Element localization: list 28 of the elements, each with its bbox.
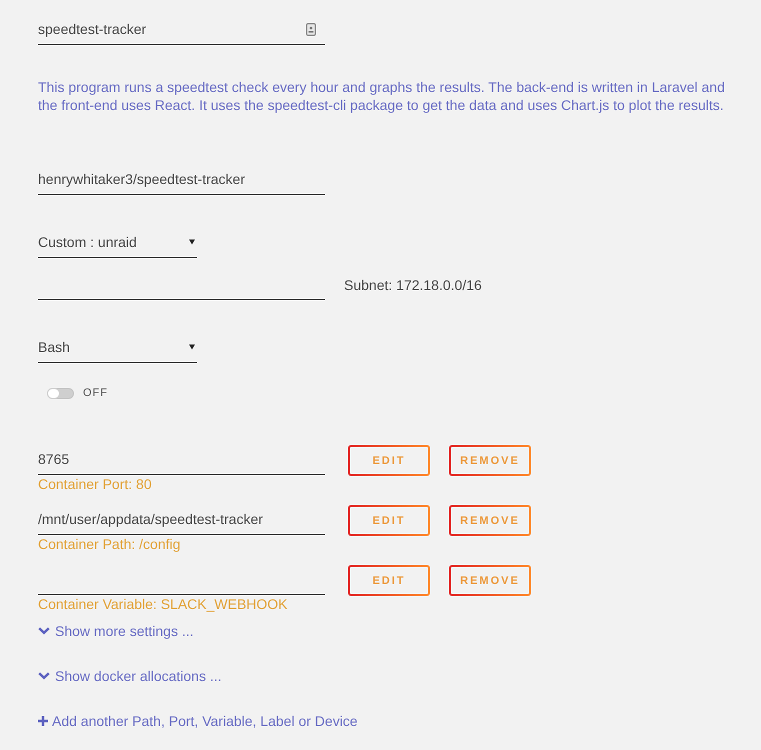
toggle-label: OFF	[83, 387, 108, 399]
chevron-down-icon	[38, 627, 50, 635]
remove-button[interactable]: REMOVE	[449, 565, 531, 596]
add-link[interactable]: Add another Path, Port, Variable, Label or Device	[38, 712, 358, 730]
config-field[interactable]: 8765	[38, 444, 325, 475]
repository-field[interactable]: henrywhitaker3/speedtest-tracker	[38, 164, 325, 195]
chevron-down-icon	[38, 672, 50, 680]
card-icon	[306, 22, 316, 36]
remove-button[interactable]: REMOVE	[449, 445, 531, 476]
description-text: This program runs a speedtest check every hour and graphs the results. The back-end is written in Laravel and the front-end uses React. It uses the speedtest-cli package to get the data and uses Chart.js to plot the results.	[38, 78, 726, 114]
caret-icon	[189, 239, 195, 245]
name-field[interactable]: speedtest-tracker	[38, 14, 325, 45]
console-select[interactable]: Bash	[38, 332, 197, 363]
config-description: Container Port: 80	[38, 475, 152, 493]
expand-link[interactable]: Show docker allocations ...	[38, 667, 222, 685]
config-description: Container Path: /config	[38, 535, 180, 553]
edit-button[interactable]: EDIT	[348, 445, 430, 476]
toggle-switch[interactable]	[47, 388, 74, 398]
plus-icon	[38, 716, 48, 726]
edit-button[interactable]: EDIT	[348, 565, 430, 596]
config-field[interactable]: /mnt/user/appdata/speedtest-tracker	[38, 504, 325, 535]
caret-icon	[189, 344, 195, 350]
remove-button[interactable]: REMOVE	[449, 505, 531, 536]
network-select[interactable]: Custom : unraid	[38, 227, 197, 258]
edit-button[interactable]: EDIT	[348, 505, 430, 536]
expand-link[interactable]: Show more settings ...	[38, 622, 194, 640]
subnet-text: Subnet: 172.18.0.0/16	[344, 276, 482, 292]
config-description: Container Variable: SLACK_WEBHOOK	[38, 595, 288, 613]
